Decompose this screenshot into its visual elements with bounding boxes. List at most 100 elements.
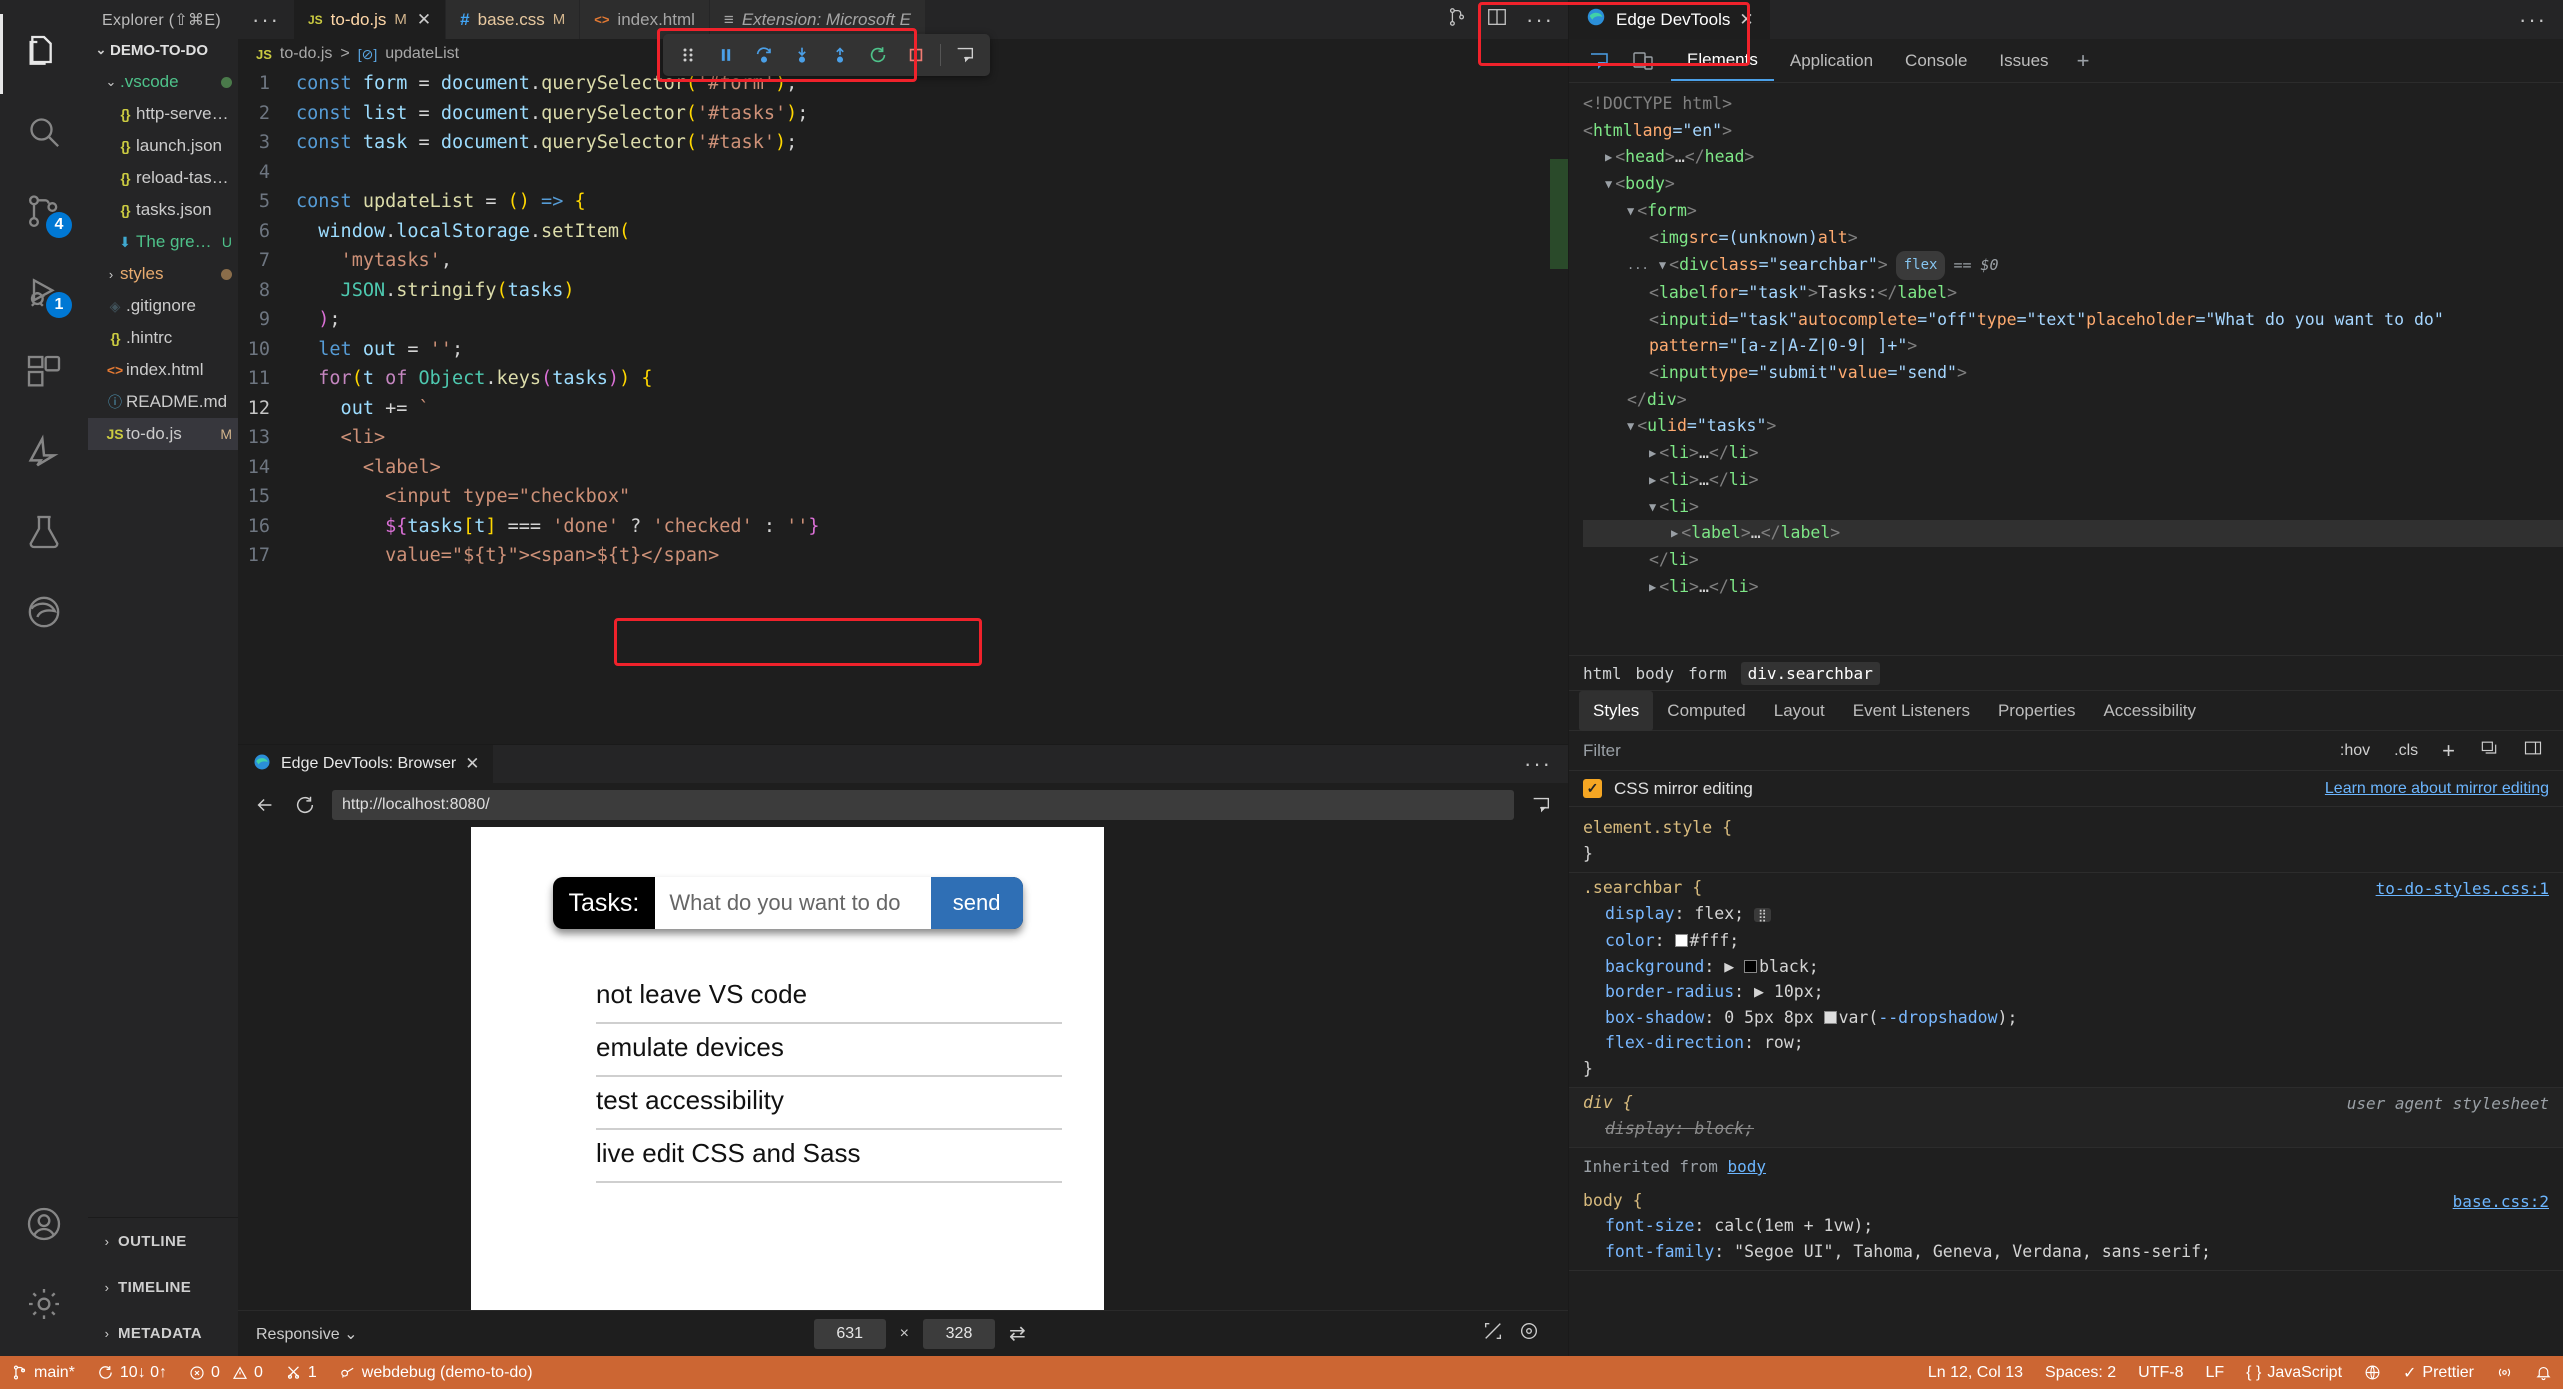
step-into-icon[interactable] bbox=[783, 36, 821, 74]
line-content[interactable]: const updateList = () => { bbox=[296, 187, 586, 217]
dom-node[interactable]: < input id = "task" autocomplete = "off" type… bbox=[1583, 307, 2563, 334]
activity-azure[interactable] bbox=[0, 414, 88, 494]
dom-node[interactable]: ▶ < li >… </li > bbox=[1583, 440, 2563, 467]
restart-icon[interactable] bbox=[859, 36, 897, 74]
tree-item-gitignore[interactable]: ◈ .gitignore bbox=[88, 290, 238, 322]
status-prettier[interactable]: ✓ Prettier bbox=[2392, 1356, 2485, 1389]
css-declaration[interactable]: background: ▶ black; bbox=[1583, 954, 2549, 980]
css-declaration[interactable]: font-size: calc(1em + 1vw); bbox=[1583, 1213, 2549, 1239]
mirror-editing-learn-more-link[interactable]: Learn more about mirror editing bbox=[2325, 780, 2549, 798]
list-item[interactable]: live edit CSS and Sass bbox=[596, 1130, 1062, 1183]
dom-node[interactable]: ▼ < form > bbox=[1583, 198, 2563, 225]
more-actions-icon[interactable]: ··· bbox=[1508, 751, 1568, 777]
status-problems[interactable]: 0 0 bbox=[178, 1356, 274, 1389]
swap-dimensions-icon[interactable]: ⇄ bbox=[1009, 1321, 1026, 1346]
code-line[interactable]: 3 const task = document.querySelector('#t… bbox=[238, 128, 1568, 158]
tab-edge-devtools[interactable]: Edge DevTools ✕ bbox=[1569, 0, 1770, 39]
dom-node[interactable]: </li > bbox=[1583, 547, 2563, 574]
step-over-icon[interactable] bbox=[745, 36, 783, 74]
crumb-html[interactable]: html bbox=[1583, 664, 1622, 683]
css-source-link[interactable]: base.css:2 bbox=[2453, 1189, 2549, 1215]
activity-source-control[interactable]: 4 bbox=[0, 174, 88, 254]
code-line[interactable]: 17 value="${t}"><span>${t}</span> bbox=[238, 541, 1568, 571]
line-content[interactable]: window.localStorage.setItem( bbox=[296, 217, 630, 247]
filter-input[interactable]: Filter bbox=[1583, 741, 1621, 761]
tree-item-readme-md[interactable]: ⓘ README.md bbox=[88, 386, 238, 418]
dom-node[interactable]: < html lang = "en" > bbox=[1583, 118, 2563, 145]
dom-node[interactable]: < img src = (unknown) alt > bbox=[1583, 225, 2563, 252]
tab-event-listeners[interactable]: Event Listeners bbox=[1839, 691, 1984, 731]
activity-extensions[interactable] bbox=[0, 334, 88, 414]
breadcrumb-symbol[interactable]: updateList bbox=[385, 45, 459, 63]
browser-viewport[interactable]: Tasks: What do you want to do send not l… bbox=[238, 827, 1568, 1310]
color-swatch[interactable] bbox=[1744, 959, 1758, 973]
drag-handle-icon[interactable] bbox=[669, 36, 707, 74]
tab-computed[interactable]: Computed bbox=[1653, 691, 1759, 731]
css-property-value[interactable]: "Segoe UI", Tahoma, Geneva, Verdana, san… bbox=[1734, 1242, 2211, 1261]
status-cursor-position[interactable]: Ln 12, Col 13 bbox=[1917, 1356, 2034, 1389]
section-timeline[interactable]: › TIMELINE bbox=[88, 1264, 238, 1310]
breadcrumb-file[interactable]: to-do.js bbox=[280, 45, 332, 63]
styles-rules[interactable]: element.style { } to-do-styles.css:1 .se… bbox=[1569, 807, 2563, 1356]
line-content[interactable]: <li> bbox=[296, 423, 386, 453]
tab-properties[interactable]: Properties bbox=[1984, 691, 2089, 731]
line-content[interactable]: 'mytasks', bbox=[296, 246, 452, 276]
more-actions-icon[interactable]: ··· bbox=[1526, 7, 1554, 33]
activity-explorer[interactable] bbox=[0, 14, 88, 94]
url-input[interactable]: http://localhost:8080/ bbox=[332, 790, 1514, 820]
tab-layout[interactable]: Layout bbox=[1760, 691, 1839, 731]
list-item[interactable]: not leave VS code bbox=[596, 971, 1062, 1024]
status-language-mode[interactable]: { } JavaScript bbox=[2235, 1356, 2353, 1389]
line-content[interactable]: value="${t}"><span>${t}</span> bbox=[296, 541, 719, 571]
tab-edge-devtools-browser[interactable]: Edge DevTools: Browser ✕ bbox=[238, 745, 494, 783]
dom-node[interactable]: ▼ < body > bbox=[1583, 171, 2563, 198]
dom-node[interactable]: ▶ < head >… </head > bbox=[1583, 144, 2563, 171]
color-swatch[interactable] bbox=[1674, 934, 1688, 947]
code-line[interactable]: 15 <input type="checkbox" bbox=[238, 482, 1568, 512]
dom-node[interactable]: <!DOCTYPE html> bbox=[1583, 91, 2563, 118]
status-notifications[interactable] bbox=[2524, 1356, 2563, 1389]
disclosure-triangle-icon[interactable]: ▶ bbox=[1605, 144, 1612, 171]
step-out-icon[interactable] bbox=[821, 36, 859, 74]
dom-node[interactable]: < input type = "submit" value = "send" > bbox=[1583, 360, 2563, 387]
tree-item-to-do-js[interactable]: JS to-do.js M bbox=[88, 418, 238, 450]
status-sync[interactable]: 10↓ 0↑ bbox=[86, 1356, 178, 1389]
disclosure-triangle-icon[interactable]: ▶ bbox=[1649, 440, 1656, 467]
css-property-value[interactable]: #fff; bbox=[1690, 931, 1740, 950]
tree-item-http-server-tasks[interactable]: {} http-server-tasks.j... bbox=[88, 98, 238, 130]
css-rule-element-style[interactable]: element.style { } bbox=[1569, 813, 2563, 873]
status-branch[interactable]: main* bbox=[0, 1356, 86, 1389]
code-line[interactable]: 6 window.localStorage.setItem( bbox=[238, 217, 1568, 247]
activity-run-and-debug[interactable]: 1 bbox=[0, 254, 88, 334]
dom-node[interactable]: ... ▼ < div class = "searchbar" > flex == $0 bbox=[1583, 251, 2563, 280]
viewport-width-input[interactable]: 631 bbox=[813, 1318, 886, 1349]
status-encoding[interactable]: UTF-8 bbox=[2127, 1356, 2194, 1389]
open-browser-devtools-icon[interactable] bbox=[946, 36, 984, 74]
status-debug-session[interactable]: webdebug (demo-to-do) bbox=[328, 1356, 544, 1389]
line-content[interactable]: ${tasks[t] === 'done' ? 'checked' : ''} bbox=[296, 512, 819, 542]
line-content[interactable]: <input type="checkbox" bbox=[296, 482, 630, 512]
activity-edge-tools[interactable] bbox=[0, 574, 88, 654]
css-rule-div-user-agent[interactable]: user agent stylesheet div { display: blo… bbox=[1569, 1088, 2563, 1148]
layout-icon[interactable] bbox=[1486, 6, 1508, 33]
inherited-target-link[interactable]: body bbox=[1728, 1157, 1767, 1176]
expand-arrow-icon[interactable]: ▶ bbox=[1754, 982, 1774, 1001]
activity-testing[interactable] bbox=[0, 494, 88, 574]
code-line[interactable]: 10 let out = ''; bbox=[238, 335, 1568, 365]
activity-manage[interactable] bbox=[0, 1266, 88, 1346]
css-declaration[interactable]: box-shadow: 0 5px 8px var(--dropshadow); bbox=[1583, 1005, 2549, 1031]
screenshot-icon[interactable] bbox=[1518, 1320, 1550, 1347]
add-panel-button[interactable]: + bbox=[2065, 48, 2102, 74]
disclosure-triangle-icon[interactable]: ▼ bbox=[1605, 171, 1612, 198]
disclosure-triangle-icon[interactable]: ▼ bbox=[1659, 252, 1666, 279]
back-icon[interactable] bbox=[252, 792, 278, 818]
dom-node[interactable]: ▶ < li >… </li > bbox=[1583, 574, 2563, 601]
tab-styles[interactable]: Styles bbox=[1579, 690, 1654, 731]
file-tree[interactable]: ⌄ DEMO-TO-DO ⌄ .vscode {} http-server-ta… bbox=[88, 34, 238, 1217]
close-icon[interactable]: ✕ bbox=[1739, 10, 1753, 30]
code-line[interactable]: 9 ); bbox=[238, 305, 1568, 335]
code-line[interactable]: 2 const list = document.querySelector('#t… bbox=[238, 99, 1568, 129]
code-line[interactable]: 11 for(t of Object.keys(tasks)) { bbox=[238, 364, 1568, 394]
crumb-form[interactable]: form bbox=[1688, 664, 1727, 683]
css-declaration[interactable]: display: block; bbox=[1583, 1116, 2549, 1142]
